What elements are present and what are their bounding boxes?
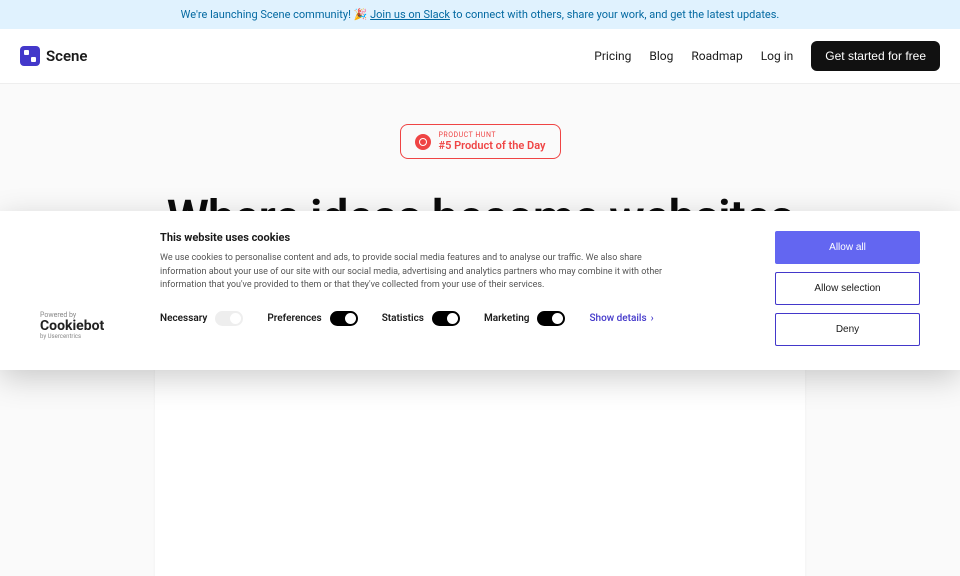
allow-all-button[interactable]: Allow all bbox=[775, 231, 920, 264]
producthunt-title: #5 Product of the Day bbox=[439, 139, 546, 152]
cookie-buttons: Allow all Allow selection Deny bbox=[775, 231, 920, 346]
allow-selection-button[interactable]: Allow selection bbox=[775, 272, 920, 305]
nav-pricing[interactable]: Pricing bbox=[594, 49, 631, 63]
toggle-preferences-group: Preferences bbox=[267, 311, 357, 326]
announcement-bar: We're launching Scene community! 🎉 Join … bbox=[0, 0, 960, 29]
show-details-link[interactable]: Show details › bbox=[589, 313, 653, 324]
announcement-link[interactable]: Join us on Slack bbox=[370, 8, 450, 21]
cookie-description: We use cookies to personalise content an… bbox=[160, 252, 680, 293]
producthunt-label: PRODUCT HUNT bbox=[439, 131, 546, 139]
get-started-button[interactable]: Get started for free bbox=[811, 41, 940, 71]
logo[interactable]: Scene bbox=[20, 46, 88, 66]
producthunt-icon bbox=[415, 134, 431, 150]
logo-icon bbox=[20, 46, 40, 66]
chevron-right-icon: › bbox=[651, 313, 654, 324]
nav-blog[interactable]: Blog bbox=[649, 49, 673, 63]
toggle-marketing-group: Marketing bbox=[484, 311, 566, 326]
toggle-statistics-group: Statistics bbox=[382, 311, 460, 326]
nav-right: Pricing Blog Roadmap Log in Get started … bbox=[594, 41, 940, 71]
nav-roadmap[interactable]: Roadmap bbox=[691, 49, 742, 63]
cookie-toggles: Necessary Preferences Statistics Marketi… bbox=[160, 311, 745, 326]
show-details-label: Show details bbox=[589, 313, 646, 324]
toggle-necessary-label: Necessary bbox=[160, 313, 207, 324]
nav-login[interactable]: Log in bbox=[761, 49, 794, 63]
toggle-necessary-group: Necessary bbox=[160, 311, 243, 326]
announcement-suffix: to connect with others, share your work,… bbox=[450, 8, 779, 21]
toggle-necessary bbox=[215, 311, 243, 326]
toggle-marketing-label: Marketing bbox=[484, 313, 530, 324]
toggle-marketing[interactable] bbox=[537, 311, 565, 326]
toggle-statistics[interactable] bbox=[432, 311, 460, 326]
cookiebot-sub: by Usercentrics bbox=[40, 333, 130, 340]
toggle-statistics-label: Statistics bbox=[382, 313, 424, 324]
cookie-main: This website uses cookies We use cookies… bbox=[160, 231, 745, 326]
logo-text: Scene bbox=[46, 47, 88, 65]
toggle-preferences-label: Preferences bbox=[267, 313, 321, 324]
cookiebot-logo[interactable]: Cookiebot bbox=[40, 319, 130, 333]
deny-button[interactable]: Deny bbox=[775, 313, 920, 346]
toggle-preferences[interactable] bbox=[330, 311, 358, 326]
producthunt-badge[interactable]: PRODUCT HUNT #5 Product of the Day bbox=[400, 124, 561, 159]
cookie-title: This website uses cookies bbox=[160, 231, 745, 244]
cookie-banner: Powered by Cookiebot by Usercentrics Thi… bbox=[0, 211, 960, 370]
navbar: Scene Pricing Blog Roadmap Log in Get st… bbox=[0, 29, 960, 84]
cookie-powered-by: Powered by Cookiebot by Usercentrics bbox=[40, 311, 130, 346]
announcement-prefix: We're launching Scene community! bbox=[181, 8, 354, 21]
